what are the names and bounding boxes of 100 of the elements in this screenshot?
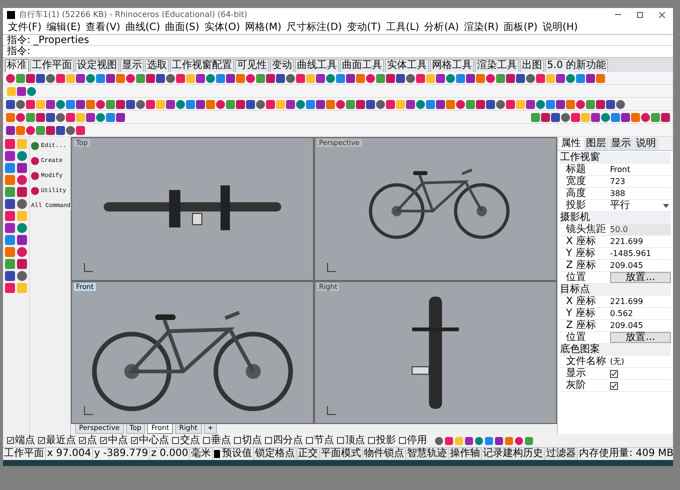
- section-header: 目标点: [560, 284, 671, 296]
- toolbar-tab[interactable]: 网格工具: [430, 59, 474, 72]
- checkbox[interactable]: [610, 370, 618, 378]
- panel-tab[interactable]: 显示: [609, 138, 633, 150]
- status-toggle[interactable]: 正交: [297, 448, 320, 460]
- osnap-label: 停用: [407, 435, 427, 446]
- panel-tab[interactable]: 图层: [584, 138, 608, 150]
- status-toggle[interactable]: 物件锁点: [363, 448, 406, 460]
- status-toggle[interactable]: 锁定格点: [254, 448, 298, 460]
- toolbar-tab[interactable]: 变动: [270, 59, 294, 72]
- toolbar-tab[interactable]: 工作视窗配置: [170, 59, 234, 72]
- checkbox[interactable]: [203, 437, 210, 444]
- toolbar-tab[interactable]: 标准: [5, 59, 29, 72]
- toolbar-tab[interactable]: 实体工具: [385, 59, 429, 72]
- property-label: Y 座标: [565, 308, 596, 319]
- toolbar-tab[interactable]: 渲染工具: [475, 59, 519, 72]
- toolbar-tab[interactable]: 显示: [120, 59, 144, 72]
- menu-item[interactable]: 分析(A): [423, 22, 460, 34]
- property-value: 209.045: [610, 260, 644, 271]
- property-value: 723: [610, 176, 626, 187]
- menu-item[interactable]: 实体(O): [203, 22, 241, 34]
- osnap-label: 节点: [314, 435, 334, 446]
- checkbox[interactable]: [265, 437, 272, 444]
- menu-item[interactable]: 说明(H): [542, 22, 579, 34]
- place-button[interactable]: 放置...: [610, 332, 671, 343]
- menu-item[interactable]: 编辑(E): [46, 22, 82, 34]
- command-field[interactable]: 指令:: [3, 46, 673, 57]
- checkbox[interactable]: [7, 437, 14, 444]
- menu-item[interactable]: 尺寸标注(D): [285, 22, 343, 34]
- toolbar-tab[interactable]: 曲线工具: [295, 59, 339, 72]
- status-toggle[interactable]: 智慧轨迹: [406, 448, 450, 460]
- osnap-label: 四分点: [273, 435, 303, 446]
- place-button[interactable]: 放置...: [610, 272, 671, 283]
- panel-tab[interactable]: 说明: [634, 138, 658, 150]
- property-value: -1485.961: [610, 248, 652, 259]
- osnap-label: 点: [87, 435, 97, 446]
- property-value: 221.699: [610, 296, 644, 307]
- checkbox[interactable]: [172, 437, 179, 444]
- menu-item[interactable]: 查看(V): [84, 22, 122, 34]
- osnap-label: 中点: [108, 435, 128, 446]
- property-value: 388: [610, 188, 626, 199]
- toolbar-tab[interactable]: 出图: [520, 59, 544, 72]
- toolbar-tab[interactable]: 设定视图: [75, 59, 119, 72]
- section-header: 摄影机: [560, 212, 671, 224]
- toolbar-tab[interactable]: 曲面工具: [340, 59, 384, 72]
- property-value: 209.045: [610, 320, 644, 331]
- toolbar-tab[interactable]: 5.0 的新功能: [545, 59, 608, 72]
- menu-item[interactable]: 渲染(R): [462, 22, 500, 34]
- projection-dropdown[interactable]: 平行: [610, 200, 671, 211]
- property-label: Z 座标: [565, 260, 598, 271]
- status-toggle[interactable]: 记录建构历史: [482, 448, 546, 460]
- app-logo-icon: [7, 10, 15, 18]
- property-label: 镜头焦距: [565, 224, 607, 235]
- status-toggle[interactable]: 过滤器: [545, 448, 578, 460]
- caret-icon: [663, 204, 669, 208]
- osnap-label: 端点: [15, 435, 35, 446]
- menu-item[interactable]: 网格(M): [244, 22, 282, 34]
- status-toggle[interactable]: 操作轴: [449, 448, 482, 460]
- checkbox[interactable]: [399, 437, 406, 444]
- osnap-label: 切点: [242, 435, 262, 446]
- checkbox[interactable]: [100, 437, 107, 444]
- layer-color-icon: [214, 450, 220, 458]
- menu-item[interactable]: 曲线(C): [124, 22, 162, 34]
- section-header: 底色图案: [560, 344, 671, 356]
- maximize-icon[interactable]: [637, 12, 643, 18]
- checkbox[interactable]: [38, 437, 45, 444]
- property-field: 50.0: [610, 224, 671, 235]
- axis-icon: [84, 262, 93, 272]
- checkbox[interactable]: [337, 437, 344, 444]
- menu-item[interactable]: 面板(P): [502, 22, 538, 34]
- close-icon[interactable]: [659, 12, 665, 18]
- checkbox[interactable]: [131, 437, 138, 444]
- menu-item[interactable]: 工具(L): [384, 22, 420, 34]
- property-value: (无): [610, 356, 624, 367]
- toolbar-tab[interactable]: 选取: [145, 59, 169, 72]
- axis-icon: [327, 406, 336, 415]
- property-label: Z 座标: [565, 320, 598, 331]
- property-value: Front: [610, 164, 630, 175]
- checkbox[interactable]: [610, 382, 618, 390]
- axis-icon: [327, 262, 336, 272]
- panel-tab[interactable]: 属性: [559, 138, 583, 150]
- toolbar-tab[interactable]: 可见性: [235, 59, 269, 72]
- property-label: 宽度: [565, 176, 587, 187]
- property-value: 221.699: [610, 236, 644, 247]
- command-history: 指令: _Properties: [3, 35, 673, 46]
- checkbox[interactable]: [306, 437, 313, 444]
- menu-item[interactable]: 曲面(S): [164, 22, 200, 34]
- section-header: 工作视窗: [560, 152, 671, 164]
- status-toggle[interactable]: 平面模式: [320, 448, 364, 460]
- toolbar-tab[interactable]: 工作平面: [30, 59, 74, 72]
- property-label: 位置: [565, 332, 587, 343]
- property-value: 0.562: [610, 308, 633, 319]
- checkbox[interactable]: [368, 437, 375, 444]
- osnap-label: 中心点: [139, 435, 169, 446]
- menu-item[interactable]: 变动(T): [346, 22, 382, 34]
- checkbox[interactable]: [234, 437, 241, 444]
- property-label: Y 座标: [565, 248, 596, 259]
- property-label: 显示: [565, 368, 587, 379]
- checkbox[interactable]: [79, 437, 86, 444]
- menu-item[interactable]: 文件(F): [7, 22, 43, 34]
